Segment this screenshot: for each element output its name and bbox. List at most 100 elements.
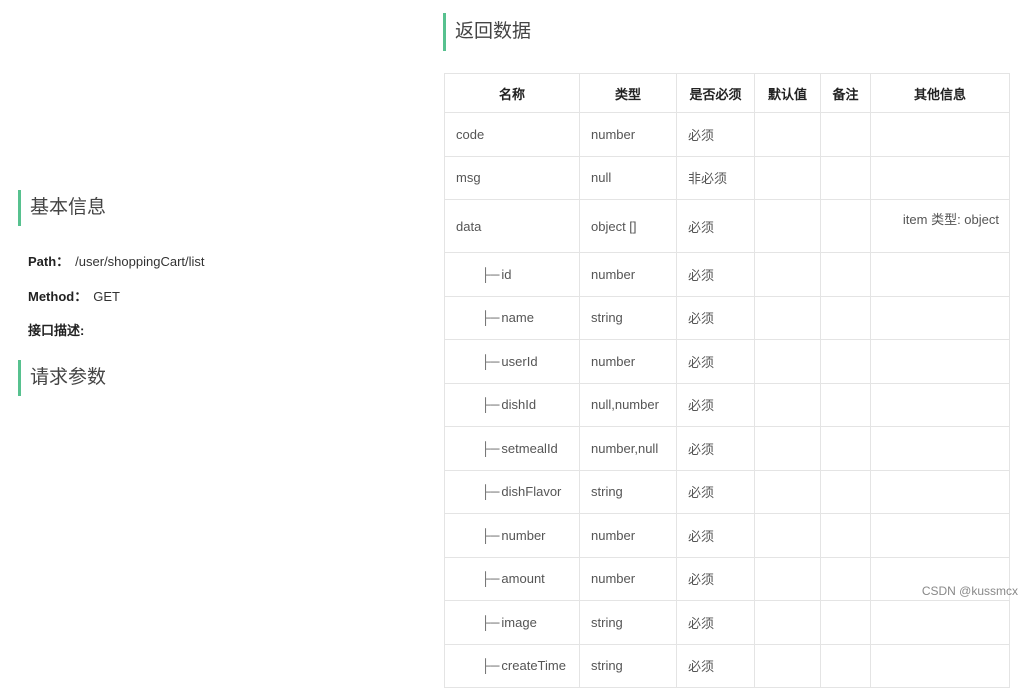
tree-branch-icon: ├─ <box>481 397 500 413</box>
cell-note <box>820 199 871 253</box>
path-label: Path： <box>28 254 70 269</box>
cell-name: ├─ createTime <box>444 643 580 688</box>
cell-default <box>754 295 821 340</box>
description-line: 接口描述: <box>28 320 84 339</box>
cell-type: number <box>579 112 677 157</box>
cell-default <box>754 469 821 514</box>
field-name: createTime <box>501 658 566 674</box>
table-row: data object [] 必须 item 类型: object <box>444 199 1010 253</box>
cell-required: 必须 <box>676 382 755 427</box>
path-value: /user/shoppingCart/list <box>75 254 205 269</box>
description-label: 接口描述: <box>28 323 85 338</box>
tree-branch-icon: ├─ <box>481 353 500 369</box>
cell-other <box>870 339 1010 384</box>
method-line: Method： GET <box>28 286 120 305</box>
cell-type: number <box>579 252 677 297</box>
cell-other <box>870 643 1010 688</box>
method-label: Method： <box>28 289 88 304</box>
cell-name: ├─ setmealId <box>444 426 580 471</box>
cell-type: null,number <box>579 382 677 427</box>
cell-other <box>870 112 1010 157</box>
table-row: ├─ image string 必须 <box>444 600 1010 645</box>
cell-type: number <box>579 513 677 558</box>
cell-note <box>820 556 871 601</box>
cell-required: 必须 <box>676 339 755 384</box>
header-note: 备注 <box>820 73 871 113</box>
cell-note <box>820 155 871 200</box>
cell-required: 必须 <box>676 295 755 340</box>
tree-branch-icon: ├─ <box>481 527 500 543</box>
cell-name: code <box>444 112 580 157</box>
cell-other <box>870 155 1010 200</box>
cell-name: ├─ dishId <box>444 382 580 427</box>
cell-name: data <box>444 199 580 253</box>
field-name: userId <box>501 353 538 369</box>
table-header-row: 名称 类型 是否必须 默认值 备注 其他信息 <box>444 73 1010 113</box>
cell-name: ├─ amount <box>444 556 580 601</box>
cell-default <box>754 643 821 688</box>
cell-required: 必须 <box>676 600 755 645</box>
cell-required: 非必须 <box>676 155 755 200</box>
cell-other <box>870 382 1010 427</box>
cell-note <box>820 339 871 384</box>
tree-branch-icon: ├─ <box>481 310 500 326</box>
cell-name: ├─ name <box>444 295 580 340</box>
method-value: GET <box>93 289 120 304</box>
table-row: ├─ number number 必须 <box>444 513 1010 558</box>
cell-name: msg <box>444 155 580 200</box>
tree-branch-icon: ├─ <box>481 614 500 630</box>
cell-name: ├─ userId <box>444 339 580 384</box>
cell-other <box>870 469 1010 514</box>
return-data-title: 返回数据 <box>443 13 531 51</box>
cell-required: 必须 <box>676 252 755 297</box>
cell-other: item 类型: object <box>870 199 1010 253</box>
table-row: ├─ dishFlavor string 必须 <box>444 469 1010 514</box>
cell-required: 必须 <box>676 112 755 157</box>
header-default: 默认值 <box>754 73 821 113</box>
cell-note <box>820 513 871 558</box>
tree-branch-icon: ├─ <box>481 658 500 674</box>
basic-info-title: 基本信息 <box>18 190 106 226</box>
header-type: 类型 <box>579 73 677 113</box>
cell-type: string <box>579 295 677 340</box>
header-name: 名称 <box>444 73 580 113</box>
field-name: amount <box>501 571 545 587</box>
cell-other <box>870 426 1010 471</box>
table-row: ├─ name string 必须 <box>444 295 1010 340</box>
header-required: 是否必须 <box>676 73 755 113</box>
tree-branch-icon: ├─ <box>481 571 500 587</box>
cell-default <box>754 426 821 471</box>
cell-other <box>870 295 1010 340</box>
cell-type: number <box>579 339 677 384</box>
table-row: ├─ dishId null,number 必须 <box>444 382 1010 427</box>
cell-other <box>870 513 1010 558</box>
cell-type: null <box>579 155 677 200</box>
cell-name: ├─ id <box>444 252 580 297</box>
cell-required: 必须 <box>676 556 755 601</box>
cell-default <box>754 112 821 157</box>
table-row: ├─ createTime string 必须 <box>444 643 1010 688</box>
watermark: CSDN @kussmcx <box>921 584 1018 598</box>
cell-note <box>820 469 871 514</box>
cell-note <box>820 295 871 340</box>
cell-default <box>754 339 821 384</box>
cell-note <box>820 643 871 688</box>
request-params-title: 请求参数 <box>18 360 106 396</box>
field-name: number <box>501 527 546 543</box>
cell-other <box>870 252 1010 297</box>
cell-name: ├─ number <box>444 513 580 558</box>
field-name: name <box>501 310 534 326</box>
tree-branch-icon: ├─ <box>481 484 500 500</box>
cell-name: ├─ image <box>444 600 580 645</box>
table-row: ├─ userId number 必须 <box>444 339 1010 384</box>
cell-other <box>870 600 1010 645</box>
field-name: image <box>501 614 537 630</box>
cell-note <box>820 426 871 471</box>
cell-default <box>754 556 821 601</box>
cell-note <box>820 252 871 297</box>
path-line: Path： /user/shoppingCart/list <box>28 251 205 270</box>
cell-note <box>820 382 871 427</box>
header-other: 其他信息 <box>870 73 1010 113</box>
cell-type: number <box>579 556 677 601</box>
cell-required: 必须 <box>676 513 755 558</box>
